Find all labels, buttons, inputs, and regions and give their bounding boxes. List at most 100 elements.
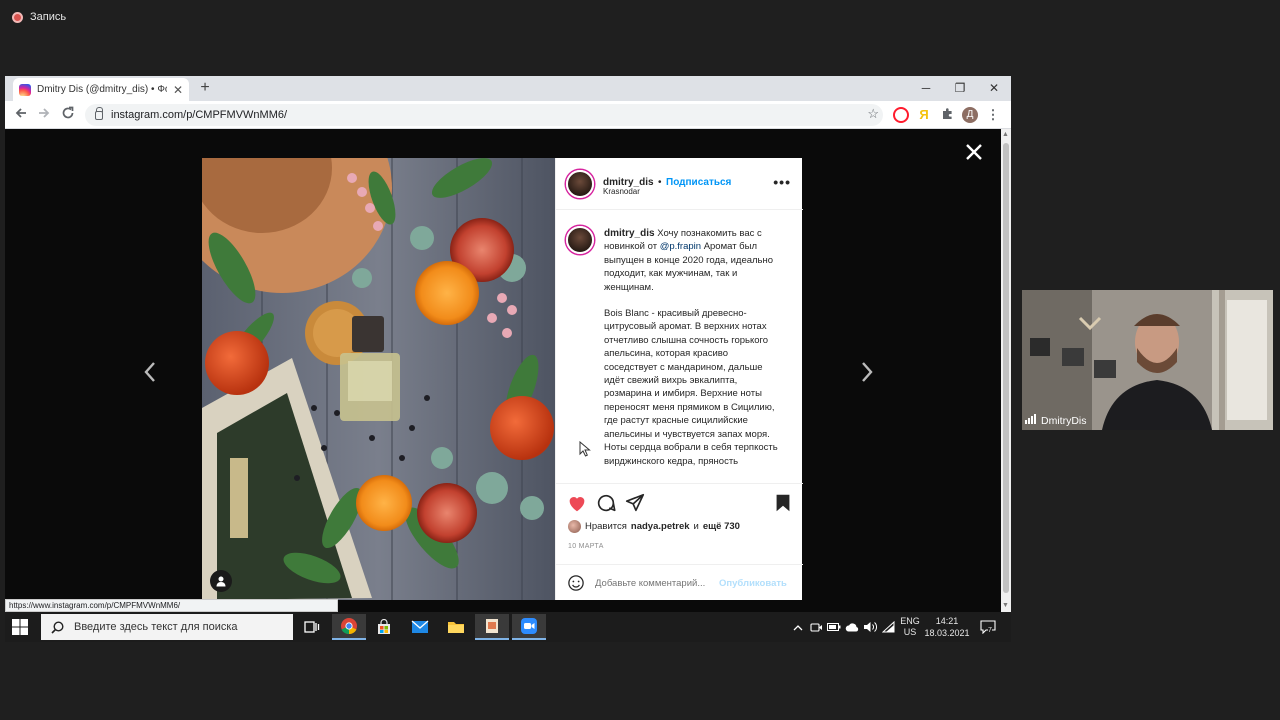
comment-bubble-icon[interactable] <box>595 492 617 514</box>
taskbar-chrome[interactable] <box>332 614 366 640</box>
webcam-video-tile[interactable]: DmitryDis <box>1022 290 1273 430</box>
comment-input[interactable] <box>595 577 717 589</box>
onedrive-cloud-icon[interactable] <box>844 612 860 642</box>
battery-icon[interactable] <box>826 612 842 642</box>
publish-button[interactable]: Опубликовать <box>719 578 787 589</box>
meet-now-icon[interactable] <box>808 612 824 642</box>
search-icon <box>51 620 64 634</box>
likes-count[interactable]: ещё 730 <box>703 521 740 532</box>
follow-button[interactable]: Подписаться <box>666 177 731 188</box>
bookmark-star-icon[interactable]: ☆ <box>867 106 879 122</box>
caption-mention-link[interactable]: @p.frapin <box>660 241 701 252</box>
profile-avatar[interactable]: Д <box>962 107 978 123</box>
windows-taskbar: Введите здесь текст для поиска ENG US 14… <box>5 612 1011 642</box>
share-paper-plane-icon[interactable] <box>624 492 646 514</box>
scrollbar-thumb[interactable] <box>1003 143 1009 593</box>
back-arrow-icon <box>15 108 26 118</box>
caption-area: dmitry_dis Хочу познакомить вас с новинк… <box>556 211 803 483</box>
opera-extension-icon[interactable] <box>893 107 909 123</box>
taskbar-mail[interactable] <box>403 614 437 640</box>
input-language-indicator[interactable]: ENG US <box>898 612 922 642</box>
taskbar-search[interactable]: Введите здесь текст для поиска <box>41 614 293 640</box>
signal-strength-icon <box>1025 414 1037 427</box>
emoji-smile-icon[interactable] <box>567 574 585 592</box>
caption-paragraph-2: Bois Blanc - красивый древесно-цитрусовы… <box>604 308 778 467</box>
link-status-bar: https://www.instagram.com/p/CMPFMVWnMM6/ <box>5 599 338 612</box>
tab-strip: Dmitry Dis (@dmitry_dis) • Фото... ✕ + ─… <box>5 76 1011 101</box>
store-bag-icon <box>378 619 390 634</box>
previous-post-arrow-icon[interactable] <box>140 357 160 387</box>
minimize-button[interactable]: ─ <box>909 76 943 100</box>
volume-icon[interactable] <box>862 612 878 642</box>
clock-time: 14:21 <box>935 616 959 626</box>
instagram-favicon-icon <box>19 83 31 96</box>
forward-arrow-icon <box>39 108 50 118</box>
extensions-puzzle-icon[interactable] <box>939 107 955 123</box>
likes-summary: Нравится nadya.petrek и ещё 730 <box>568 520 740 533</box>
browser-toolbar: instagram.com/p/CMPFMVWnMM6/ ☆ Я Д ⋮ <box>5 101 1011 129</box>
author-avatar[interactable] <box>566 170 594 198</box>
caption-author-avatar[interactable] <box>566 226 594 254</box>
network-wifi-icon[interactable] <box>880 612 896 642</box>
new-tab-button[interactable]: + <box>195 78 215 98</box>
back-button[interactable] <box>11 105 31 125</box>
post-date[interactable]: 10 МАРТА <box>568 543 604 550</box>
window-close-button[interactable]: ✕ <box>977 76 1011 100</box>
scroll-up-arrow-icon[interactable]: ▲ <box>1002 131 1009 138</box>
tagged-user-icon[interactable] <box>210 570 232 592</box>
browser-window: Dmitry Dis (@dmitry_dis) • Фото... ✕ + ─… <box>5 76 1011 612</box>
post-dialog: dmitry_dis • Подписаться Krasnodar ••• d… <box>202 158 803 600</box>
language-region: US <box>903 627 917 637</box>
next-post-arrow-icon[interactable] <box>857 357 877 387</box>
folder-icon <box>448 622 464 633</box>
liker-username[interactable]: nadya.petrek <box>631 521 690 532</box>
post-photo[interactable] <box>202 158 555 600</box>
windows-start-icon[interactable] <box>11 618 29 636</box>
mouse-cursor-icon <box>579 441 591 457</box>
participant-name-label: DmitryDis <box>1025 414 1087 427</box>
reload-button[interactable] <box>58 105 78 125</box>
taskbar-image-viewer[interactable] <box>475 614 509 640</box>
browser-tab[interactable]: Dmitry Dis (@dmitry_dis) • Фото... ✕ <box>13 78 189 101</box>
chrome-icon <box>341 618 357 635</box>
maximize-button[interactable]: ❐ <box>943 76 977 100</box>
image-viewer-icon <box>486 619 498 633</box>
language-code: ENG <box>900 616 920 626</box>
recording-indicator: Запись <box>12 11 66 23</box>
perfume-flatlay-image <box>202 158 555 600</box>
save-bookmark-icon[interactable] <box>772 492 794 514</box>
zoom-camera-icon <box>521 618 537 634</box>
header-separator: • <box>658 177 662 188</box>
address-bar[interactable]: instagram.com/p/CMPFMVWnMM6/ ☆ <box>85 104 883 126</box>
tray-overflow-icon[interactable] <box>791 612 805 642</box>
liker-avatar[interactable] <box>568 520 581 533</box>
likes-conjunction: и <box>693 521 699 532</box>
scroll-down-arrow-icon[interactable]: ▼ <box>1002 602 1009 609</box>
yandex-extension-icon[interactable]: Я <box>916 107 932 123</box>
tab-close-icon[interactable]: ✕ <box>173 83 183 97</box>
task-view-button[interactable] <box>295 614 329 640</box>
recording-label: Запись <box>30 11 67 23</box>
post-location[interactable]: Krasnodar <box>603 187 640 196</box>
forward-button[interactable] <box>34 105 54 125</box>
taskbar-zoom[interactable] <box>512 614 546 640</box>
caption-username[interactable]: dmitry_dis <box>604 228 655 239</box>
taskbar-clock[interactable]: 14:21 18.03.2021 <box>923 612 971 642</box>
modal-close-icon[interactable] <box>963 141 985 163</box>
like-heart-icon[interactable] <box>566 492 588 514</box>
screen: Запись Dmitry Dis (@dmitry_dis) • Фото..… <box>0 0 1280 720</box>
browser-menu-icon[interactable]: ⋮ <box>985 107 1001 123</box>
lock-icon <box>95 106 103 120</box>
notification-count: 7 <box>988 627 992 634</box>
participant-name: DmitryDis <box>1041 415 1087 427</box>
taskbar-store[interactable] <box>367 614 401 640</box>
clock-date: 18.03.2021 <box>924 628 970 638</box>
taskbar-file-explorer[interactable] <box>439 614 473 640</box>
webcam-feed-image <box>1022 290 1273 430</box>
page-scrollbar[interactable]: ▲ ▼ <box>1001 129 1011 612</box>
record-icon <box>12 11 23 23</box>
mail-icon <box>411 620 429 633</box>
notification-center-icon[interactable]: 7 <box>977 612 999 642</box>
post-header: dmitry_dis • Подписаться Krasnodar ••• <box>556 158 803 210</box>
more-options-icon[interactable]: ••• <box>773 174 791 190</box>
